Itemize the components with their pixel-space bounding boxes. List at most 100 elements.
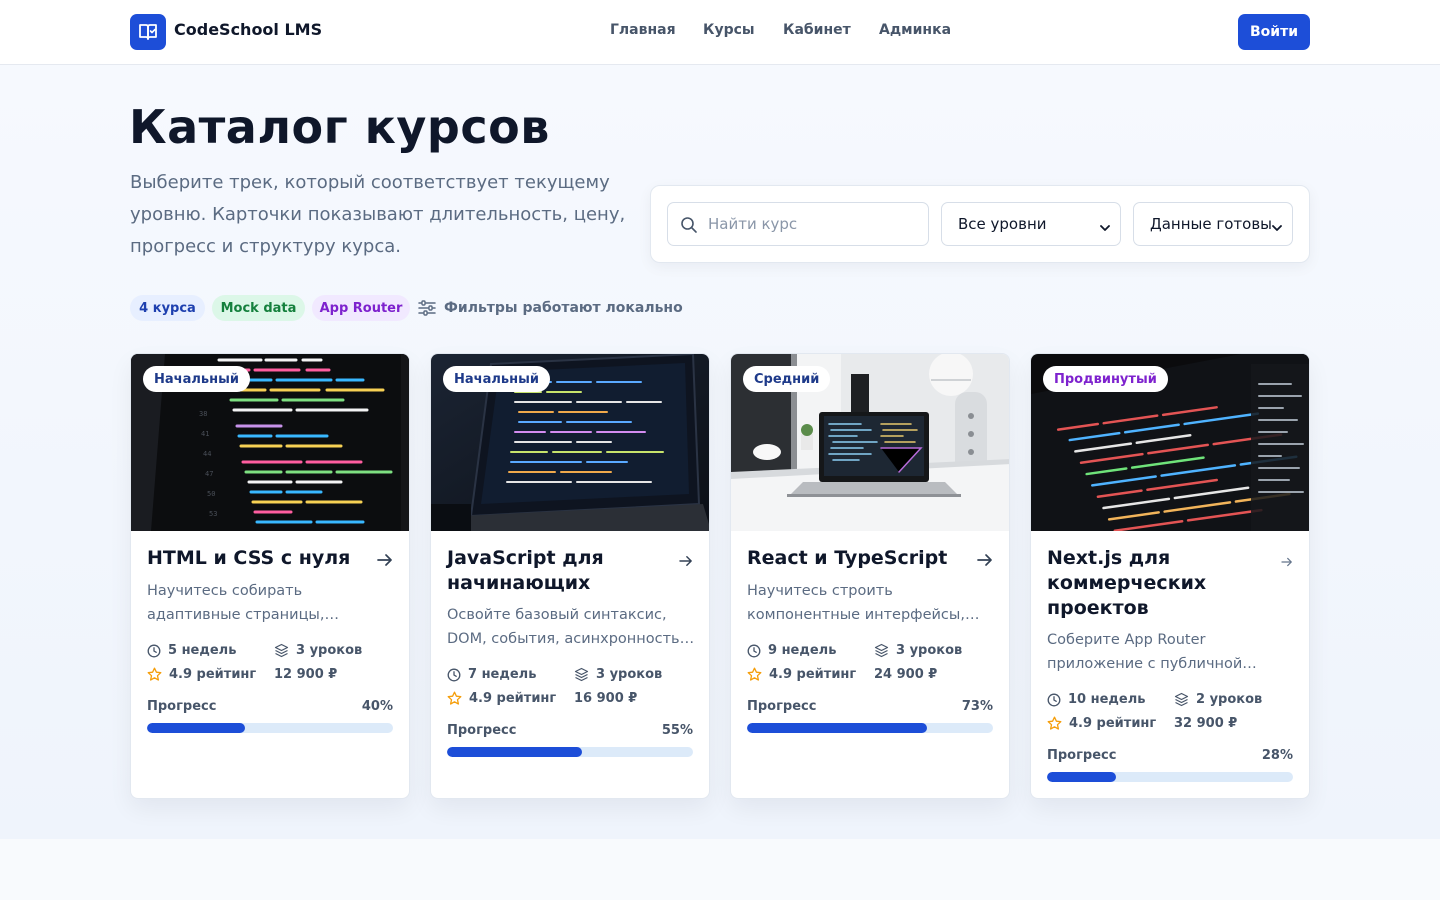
course-image: 38 41 44 47 50 53 Начальный	[131, 354, 409, 531]
arrow-right-icon[interactable]	[977, 552, 993, 571]
nav-item-cabinet[interactable]: Кабинет	[783, 22, 851, 38]
search-box[interactable]	[667, 202, 929, 246]
course-rating: 4.9 рейтинг	[1047, 716, 1156, 731]
arrow-right-icon[interactable]	[1281, 552, 1293, 571]
svg-text:44: 44	[203, 450, 211, 458]
chevron-down-icon	[1100, 219, 1110, 237]
course-duration: 9 недель	[747, 643, 836, 658]
course-rating: 4.9 рейтинг	[747, 667, 856, 682]
svg-text:47: 47	[205, 470, 213, 478]
progress-label: Прогресс	[1047, 748, 1117, 763]
filter-panel: Все уровни Данные готовы	[650, 185, 1310, 263]
search-input[interactable]	[708, 203, 922, 245]
course-duration: 5 недель	[147, 643, 236, 658]
progress-bar	[1047, 772, 1293, 782]
course-count-chip: 4 курса	[130, 295, 205, 321]
main-nav: Главная Курсы Кабинет Админка	[0, 22, 1440, 42]
progress-label: Прогресс	[747, 699, 817, 714]
page-footer-area	[0, 839, 1440, 900]
arrow-right-icon[interactable]	[679, 552, 693, 571]
course-price: 24 900 ₽	[874, 667, 938, 682]
nav-item-home[interactable]: Главная	[610, 22, 676, 38]
page-title: Каталог курсов	[129, 100, 550, 154]
course-description: Научитесь строить компонентные интерфейс…	[747, 583, 965, 623]
layers-icon	[574, 667, 589, 682]
progress-value: 28%	[1261, 748, 1293, 763]
svg-text:38: 38	[199, 410, 207, 418]
course-title[interactable]: HTML и CSS с нуля	[147, 546, 367, 571]
course-image: Продвинутый	[1031, 354, 1309, 531]
login-button[interactable]: Войти	[1238, 14, 1310, 50]
course-card[interactable]: 38 41 44 47 50 53 Начальный HTML и CSS с нул…	[130, 353, 410, 799]
course-title[interactable]: JavaScript для начинающих	[447, 546, 667, 596]
arrow-right-icon[interactable]	[377, 552, 393, 571]
page-subtitle: Выберите трек, который соответствует тек…	[130, 172, 626, 257]
progress-fill	[1047, 772, 1116, 782]
course-lessons: 3 уроков	[274, 643, 362, 658]
level-badge: Продвинутый	[1043, 366, 1168, 392]
course-price: 12 900 ₽	[274, 667, 338, 682]
course-rating: 4.9 рейтинг	[147, 667, 256, 682]
clock-icon	[147, 644, 161, 657]
progress-bar	[747, 723, 993, 733]
course-lessons: 3 уроков	[874, 643, 962, 658]
course-rating: 4.9 рейтинг	[447, 691, 556, 706]
progress-value: 40%	[361, 699, 393, 714]
course-card[interactable]: Начальный JavaScript для начинающих Осво…	[430, 353, 710, 799]
mock-data-chip: Mock data	[212, 295, 305, 321]
status-select[interactable]: Данные готовы	[1133, 202, 1293, 246]
level-select-value: Все уровни	[958, 215, 1047, 233]
progress-bar	[447, 747, 693, 757]
progress-fill	[747, 723, 927, 733]
local-note-text: Фильтры работают локально	[444, 300, 683, 316]
course-price: 16 900 ₽	[574, 691, 638, 706]
progress-fill	[147, 723, 246, 733]
top-header: CodeSchool LMS Главная Курсы Кабинет Адм…	[0, 0, 1440, 65]
status-select-value: Данные готовы	[1150, 215, 1273, 233]
level-badge: Средний	[743, 366, 831, 392]
chevron-down-icon	[1272, 219, 1282, 237]
progress-label: Прогресс	[447, 723, 517, 738]
course-description: Освойте базовый синтаксис, DOM, события,…	[447, 607, 694, 647]
course-lessons: 3 уроков	[574, 667, 662, 682]
local-filter-note: Фильтры работают локально	[418, 300, 683, 316]
clock-icon	[747, 644, 761, 657]
progress-label: Прогресс	[147, 699, 217, 714]
nav-item-courses[interactable]: Курсы	[703, 22, 755, 38]
course-title[interactable]: Next.js для коммерческих проектов	[1047, 546, 1267, 621]
layers-icon	[874, 643, 889, 658]
svg-text:50: 50	[207, 490, 215, 498]
star-icon	[147, 667, 162, 681]
course-lessons: 2 уроков	[1174, 692, 1262, 707]
course-card[interactable]: Продвинутый Next.js для коммерческих про…	[1030, 353, 1310, 799]
course-image: Начальный	[431, 354, 709, 531]
search-icon	[680, 216, 698, 238]
course-duration: 10 недель	[1047, 692, 1145, 707]
clock-icon	[1047, 693, 1061, 706]
course-duration: 7 недель	[447, 667, 536, 682]
progress-fill	[447, 747, 583, 757]
course-description: Научитесь собирать адаптивные страницы, …	[147, 583, 325, 623]
nav-item-admin[interactable]: Админка	[879, 22, 951, 38]
course-description: Соберите App Router приложение с публичн…	[1047, 632, 1243, 672]
svg-text:41: 41	[201, 430, 209, 438]
star-icon	[447, 691, 462, 705]
course-card[interactable]: Средний React и TypeScript Научитесь стр…	[730, 353, 1010, 799]
level-select[interactable]: Все уровни	[941, 202, 1121, 246]
level-badge: Начальный	[143, 366, 250, 392]
sliders-icon	[418, 300, 436, 316]
star-icon	[1047, 716, 1062, 730]
course-title[interactable]: React и TypeScript	[747, 546, 967, 571]
progress-bar	[147, 723, 393, 733]
clock-icon	[447, 668, 461, 681]
progress-value: 55%	[661, 723, 693, 738]
app-router-chip: App Router	[312, 295, 410, 321]
course-image: Средний	[731, 354, 1009, 531]
layers-icon	[1174, 692, 1189, 707]
star-icon	[747, 667, 762, 681]
svg-text:53: 53	[209, 510, 217, 518]
level-badge: Начальный	[443, 366, 550, 392]
progress-value: 73%	[961, 699, 993, 714]
layers-icon	[274, 643, 289, 658]
course-price: 32 900 ₽	[1174, 716, 1238, 731]
